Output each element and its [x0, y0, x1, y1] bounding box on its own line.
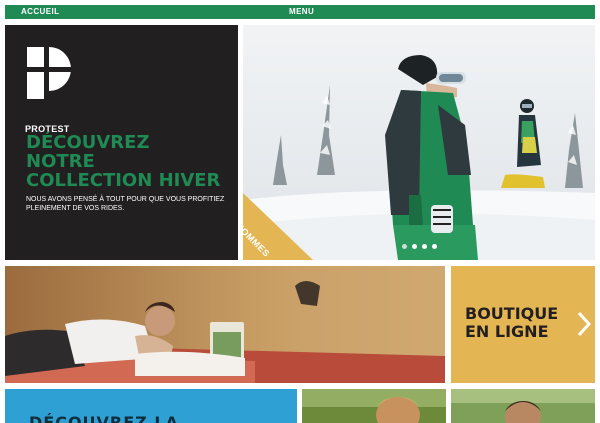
slide-dot-1[interactable]: [402, 244, 407, 249]
bottom-photo-2: [451, 389, 595, 423]
headline-line-1: DÉCOUVREZ: [26, 132, 150, 153]
chevron-right-icon: [577, 311, 591, 337]
online-shop-button[interactable]: BOUTIQUE EN LIGNE: [451, 266, 595, 383]
slide-dot-4[interactable]: [432, 244, 437, 249]
hero-slideshow[interactable]: HOMMES: [243, 25, 595, 260]
lifestyle-photo-tile[interactable]: [5, 266, 445, 383]
bottom-photo-1: [302, 389, 446, 423]
nav-menu-link[interactable]: MENU: [289, 7, 314, 16]
online-shop-line-2: EN LIGNE: [465, 322, 549, 341]
nav-home-link[interactable]: ACCUEIL: [21, 7, 59, 16]
promo-subtext: NOUS AVONS PENSÉ À TOUT POUR QUE VOUS PR…: [26, 196, 225, 212]
bottom-photo-tile-2[interactable]: [451, 389, 595, 423]
slide-dot-2[interactable]: [412, 244, 417, 249]
collection-promo-panel: PROTEST DÉCOUVREZ NOTRE COLLECTION HIVER…: [5, 25, 238, 260]
lifestyle-photo-man-reading: [5, 266, 445, 383]
bottom-blue-heading: DÉCOUVREZ LA: [29, 413, 179, 423]
bottom-photo-tile-1[interactable]: [302, 389, 446, 423]
slide-dot-3[interactable]: [422, 244, 427, 249]
online-shop-label: BOUTIQUE EN LIGNE: [465, 305, 558, 341]
promo-headline: DÉCOUVREZ NOTRE COLLECTION HIVER: [26, 133, 236, 190]
headline-line-3: COLLECTION HIVER: [26, 170, 221, 191]
headline-line-2: NOTRE: [26, 151, 95, 172]
protest-logo-icon[interactable]: [27, 47, 71, 119]
bottom-blue-promo-tile[interactable]: DÉCOUVREZ LA: [5, 389, 297, 423]
top-nav-bar: ACCUEIL MENU: [5, 5, 595, 19]
online-shop-line-1: BOUTIQUE: [465, 304, 559, 323]
slide-indicators: [402, 244, 437, 249]
hero-photo-snowboarders: [243, 25, 595, 260]
